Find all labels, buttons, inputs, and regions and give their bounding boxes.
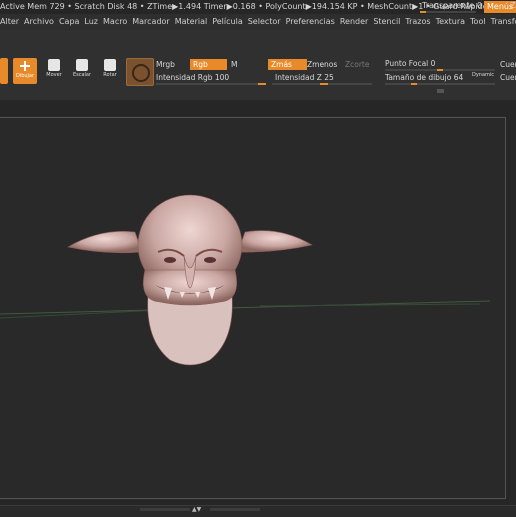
- transparent-slider[interactable]: [420, 11, 476, 13]
- expand-arrows-icon[interactable]: ▲▼: [192, 506, 201, 513]
- status-extra: Z: [510, 1, 516, 10]
- menu-item[interactable]: Macro: [103, 14, 127, 30]
- polycount: PolyCount▶194.154 KP: [265, 2, 358, 11]
- scratch-disk: Scratch Disk 48: [74, 2, 138, 11]
- menu-item[interactable]: Luz: [84, 14, 98, 30]
- move-icon: [48, 59, 60, 71]
- menu-item[interactable]: Transform: [491, 14, 516, 30]
- alpha-ring-icon: [132, 64, 150, 82]
- mrgb-button[interactable]: Mrgb: [156, 60, 175, 69]
- menu-item[interactable]: Marcador: [132, 14, 169, 30]
- menu-item[interactable]: Stencil: [373, 14, 400, 30]
- meshcount: MeshCount▶1: [367, 2, 424, 11]
- active-mem: Active Mem 729: [0, 2, 65, 11]
- draw-button[interactable]: Dibujar: [13, 58, 37, 84]
- menu-item[interactable]: Preferencias: [286, 14, 335, 30]
- menu-item[interactable]: Selector: [248, 14, 281, 30]
- draw-size-slider[interactable]: [385, 83, 495, 85]
- bottom-handle-left[interactable]: [140, 508, 190, 511]
- draw-label: Dibujar: [15, 73, 35, 79]
- m-button[interactable]: M: [231, 60, 237, 69]
- crosshair-icon: [20, 61, 30, 71]
- menu-item[interactable]: Archivo: [24, 14, 54, 30]
- focal-slider[interactable]: [385, 69, 495, 71]
- rotate-label: Rotar: [103, 72, 117, 78]
- menu-item[interactable]: Alter: [0, 14, 19, 30]
- rotate-button[interactable]: Rotar: [98, 56, 122, 84]
- bottom-bar: ▲▼: [0, 505, 516, 517]
- timer: Timer▶0.168: [203, 2, 256, 11]
- scale-button[interactable]: Escalar: [70, 56, 94, 84]
- menu-item[interactable]: Capa: [59, 14, 79, 30]
- draw-size-label[interactable]: Tamaño de dibujo 64: [385, 73, 463, 82]
- move-label: Mover: [46, 72, 62, 78]
- transparent-slider-label[interactable]: Transparente 0: [422, 1, 482, 10]
- scale-label: Escalar: [72, 72, 92, 78]
- menu-item[interactable]: Tool: [470, 14, 486, 30]
- right-panel-label-2[interactable]: Cuer: [500, 73, 516, 82]
- z-intensity-label[interactable]: Intensidad Z 25: [275, 73, 334, 82]
- toolbar-scroll-handle[interactable]: [437, 89, 444, 93]
- scale-icon: [76, 59, 88, 71]
- menu-item[interactable]: Textura: [436, 14, 465, 30]
- dynamic-toggle[interactable]: Dynamic: [472, 72, 494, 78]
- rgb-intensity-slider[interactable]: [156, 83, 266, 85]
- move-button[interactable]: Mover: [42, 56, 66, 84]
- goblin-head-model[interactable]: [60, 190, 320, 375]
- z-intensity-slider[interactable]: [272, 83, 372, 85]
- menu-item[interactable]: Trazos: [405, 14, 430, 30]
- rgb-intensity-label[interactable]: Intensidad Rgb 100: [156, 73, 229, 82]
- right-panel-label-1[interactable]: Cuer: [500, 60, 516, 69]
- rgb-button[interactable]: Rgb: [190, 59, 227, 70]
- zcut-button[interactable]: Zcorte: [345, 60, 370, 69]
- brush-alpha-thumbnail[interactable]: [126, 58, 154, 86]
- menu-item[interactable]: Material: [175, 14, 208, 30]
- rotate-icon: [104, 59, 116, 71]
- bottom-handle-right[interactable]: [210, 508, 260, 511]
- tool-edge-tile[interactable]: [0, 58, 8, 84]
- menu-item[interactable]: Render: [340, 14, 368, 30]
- ztime: ZTime▶1.494: [147, 2, 202, 11]
- zadd-button[interactable]: Zmás: [268, 59, 307, 70]
- menu-bar: Alter Archivo Capa Luz Macro Marcador Material…: [0, 14, 516, 30]
- menu-item[interactable]: Película: [212, 14, 243, 30]
- zsub-button[interactable]: Zmenos: [307, 60, 337, 69]
- focal-label[interactable]: Punto Focal 0: [385, 59, 435, 68]
